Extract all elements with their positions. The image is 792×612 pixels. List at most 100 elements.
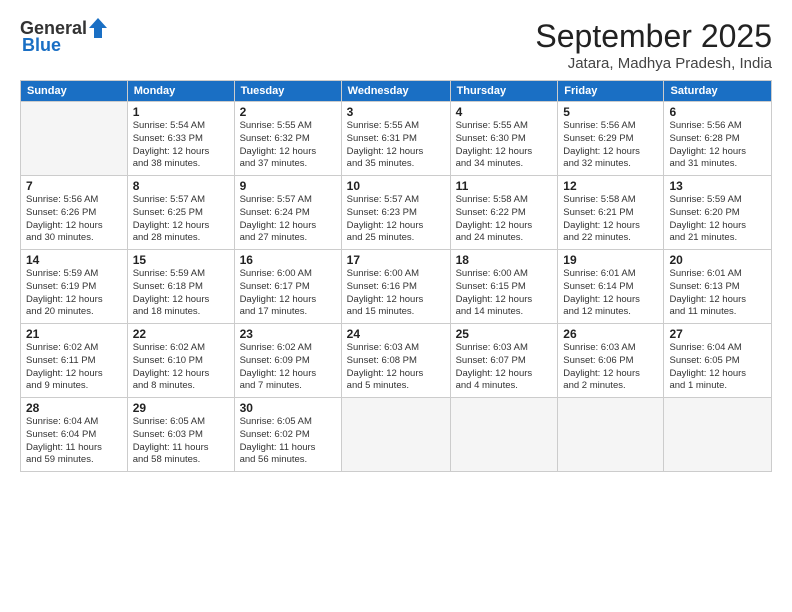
- day-number: 1: [133, 105, 229, 119]
- calendar-week-row: 7Sunrise: 5:56 AMSunset: 6:26 PMDaylight…: [21, 176, 772, 250]
- day-number: 7: [26, 179, 122, 193]
- logo: General Blue: [20, 18, 107, 56]
- calendar-cell: 26Sunrise: 6:03 AMSunset: 6:06 PMDayligh…: [558, 324, 664, 398]
- calendar-day-header: Monday: [127, 81, 234, 102]
- day-info: Sunrise: 5:57 AMSunset: 6:23 PMDaylight:…: [347, 194, 445, 245]
- calendar-cell: 30Sunrise: 6:05 AMSunset: 6:02 PMDayligh…: [234, 398, 341, 472]
- day-info: Sunrise: 6:00 AMSunset: 6:16 PMDaylight:…: [347, 268, 445, 319]
- calendar-day-header: Friday: [558, 81, 664, 102]
- calendar-cell: 28Sunrise: 6:04 AMSunset: 6:04 PMDayligh…: [21, 398, 128, 472]
- calendar-cell: 24Sunrise: 6:03 AMSunset: 6:08 PMDayligh…: [341, 324, 450, 398]
- day-number: 28: [26, 401, 122, 415]
- calendar-cell: 13Sunrise: 5:59 AMSunset: 6:20 PMDayligh…: [664, 176, 772, 250]
- calendar-cell: 23Sunrise: 6:02 AMSunset: 6:09 PMDayligh…: [234, 324, 341, 398]
- day-info: Sunrise: 5:55 AMSunset: 6:31 PMDaylight:…: [347, 120, 445, 171]
- title-section: September 2025 Jatara, Madhya Pradesh, I…: [535, 18, 772, 72]
- day-info: Sunrise: 5:59 AMSunset: 6:20 PMDaylight:…: [669, 194, 766, 245]
- calendar-cell: 19Sunrise: 6:01 AMSunset: 6:14 PMDayligh…: [558, 250, 664, 324]
- calendar-cell: 21Sunrise: 6:02 AMSunset: 6:11 PMDayligh…: [21, 324, 128, 398]
- calendar-day-header: Wednesday: [341, 81, 450, 102]
- logo-icon: [89, 18, 107, 38]
- calendar-day-header: Thursday: [450, 81, 558, 102]
- calendar-cell: 18Sunrise: 6:00 AMSunset: 6:15 PMDayligh…: [450, 250, 558, 324]
- day-info: Sunrise: 6:02 AMSunset: 6:11 PMDaylight:…: [26, 342, 122, 393]
- day-number: 23: [240, 327, 336, 341]
- day-info: Sunrise: 6:02 AMSunset: 6:10 PMDaylight:…: [133, 342, 229, 393]
- day-number: 17: [347, 253, 445, 267]
- day-number: 21: [26, 327, 122, 341]
- calendar-header-row: SundayMondayTuesdayWednesdayThursdayFrid…: [21, 81, 772, 102]
- calendar-cell: 29Sunrise: 6:05 AMSunset: 6:03 PMDayligh…: [127, 398, 234, 472]
- calendar-cell: 14Sunrise: 5:59 AMSunset: 6:19 PMDayligh…: [21, 250, 128, 324]
- day-info: Sunrise: 6:03 AMSunset: 6:06 PMDaylight:…: [563, 342, 658, 393]
- day-number: 19: [563, 253, 658, 267]
- day-number: 4: [456, 105, 553, 119]
- calendar-week-row: 28Sunrise: 6:04 AMSunset: 6:04 PMDayligh…: [21, 398, 772, 472]
- calendar-cell: 1Sunrise: 5:54 AMSunset: 6:33 PMDaylight…: [127, 102, 234, 176]
- header: General Blue September 2025 Jatara, Madh…: [20, 18, 772, 72]
- calendar-cell: 12Sunrise: 5:58 AMSunset: 6:21 PMDayligh…: [558, 176, 664, 250]
- day-number: 8: [133, 179, 229, 193]
- day-info: Sunrise: 5:59 AMSunset: 6:19 PMDaylight:…: [26, 268, 122, 319]
- day-info: Sunrise: 5:59 AMSunset: 6:18 PMDaylight:…: [133, 268, 229, 319]
- day-info: Sunrise: 6:01 AMSunset: 6:13 PMDaylight:…: [669, 268, 766, 319]
- day-info: Sunrise: 5:55 AMSunset: 6:30 PMDaylight:…: [456, 120, 553, 171]
- day-info: Sunrise: 6:02 AMSunset: 6:09 PMDaylight:…: [240, 342, 336, 393]
- day-number: 30: [240, 401, 336, 415]
- day-number: 2: [240, 105, 336, 119]
- calendar-cell: 11Sunrise: 5:58 AMSunset: 6:22 PMDayligh…: [450, 176, 558, 250]
- calendar-cell: 7Sunrise: 5:56 AMSunset: 6:26 PMDaylight…: [21, 176, 128, 250]
- day-info: Sunrise: 6:01 AMSunset: 6:14 PMDaylight:…: [563, 268, 658, 319]
- calendar-cell: 5Sunrise: 5:56 AMSunset: 6:29 PMDaylight…: [558, 102, 664, 176]
- day-number: 3: [347, 105, 445, 119]
- calendar-cell: 10Sunrise: 5:57 AMSunset: 6:23 PMDayligh…: [341, 176, 450, 250]
- day-info: Sunrise: 6:03 AMSunset: 6:08 PMDaylight:…: [347, 342, 445, 393]
- calendar-cell: 8Sunrise: 5:57 AMSunset: 6:25 PMDaylight…: [127, 176, 234, 250]
- day-info: Sunrise: 6:03 AMSunset: 6:07 PMDaylight:…: [456, 342, 553, 393]
- calendar-cell: 16Sunrise: 6:00 AMSunset: 6:17 PMDayligh…: [234, 250, 341, 324]
- calendar-cell: 4Sunrise: 5:55 AMSunset: 6:30 PMDaylight…: [450, 102, 558, 176]
- day-number: 13: [669, 179, 766, 193]
- calendar-cell: 17Sunrise: 6:00 AMSunset: 6:16 PMDayligh…: [341, 250, 450, 324]
- day-number: 10: [347, 179, 445, 193]
- calendar-week-row: 14Sunrise: 5:59 AMSunset: 6:19 PMDayligh…: [21, 250, 772, 324]
- calendar-cell: 6Sunrise: 5:56 AMSunset: 6:28 PMDaylight…: [664, 102, 772, 176]
- day-number: 18: [456, 253, 553, 267]
- day-info: Sunrise: 5:56 AMSunset: 6:29 PMDaylight:…: [563, 120, 658, 171]
- day-info: Sunrise: 6:00 AMSunset: 6:17 PMDaylight:…: [240, 268, 336, 319]
- location: Jatara, Madhya Pradesh, India: [535, 55, 772, 72]
- calendar-cell: 27Sunrise: 6:04 AMSunset: 6:05 PMDayligh…: [664, 324, 772, 398]
- calendar-cell: [558, 398, 664, 472]
- day-number: 12: [563, 179, 658, 193]
- calendar-cell: [450, 398, 558, 472]
- calendar-day-header: Sunday: [21, 81, 128, 102]
- day-info: Sunrise: 6:00 AMSunset: 6:15 PMDaylight:…: [456, 268, 553, 319]
- calendar-cell: 2Sunrise: 5:55 AMSunset: 6:32 PMDaylight…: [234, 102, 341, 176]
- day-info: Sunrise: 6:04 AMSunset: 6:04 PMDaylight:…: [26, 416, 122, 467]
- day-number: 11: [456, 179, 553, 193]
- day-number: 14: [26, 253, 122, 267]
- day-number: 29: [133, 401, 229, 415]
- day-info: Sunrise: 5:57 AMSunset: 6:24 PMDaylight:…: [240, 194, 336, 245]
- logo-blue-text: Blue: [22, 36, 61, 56]
- day-number: 20: [669, 253, 766, 267]
- day-number: 6: [669, 105, 766, 119]
- day-number: 22: [133, 327, 229, 341]
- calendar-cell: 22Sunrise: 6:02 AMSunset: 6:10 PMDayligh…: [127, 324, 234, 398]
- calendar-day-header: Tuesday: [234, 81, 341, 102]
- day-info: Sunrise: 5:56 AMSunset: 6:26 PMDaylight:…: [26, 194, 122, 245]
- day-info: Sunrise: 5:54 AMSunset: 6:33 PMDaylight:…: [133, 120, 229, 171]
- day-info: Sunrise: 5:57 AMSunset: 6:25 PMDaylight:…: [133, 194, 229, 245]
- day-info: Sunrise: 6:04 AMSunset: 6:05 PMDaylight:…: [669, 342, 766, 393]
- day-info: Sunrise: 6:05 AMSunset: 6:03 PMDaylight:…: [133, 416, 229, 467]
- day-info: Sunrise: 6:05 AMSunset: 6:02 PMDaylight:…: [240, 416, 336, 467]
- calendar-week-row: 21Sunrise: 6:02 AMSunset: 6:11 PMDayligh…: [21, 324, 772, 398]
- calendar-table: SundayMondayTuesdayWednesdayThursdayFrid…: [20, 80, 772, 472]
- day-number: 5: [563, 105, 658, 119]
- calendar-cell: 15Sunrise: 5:59 AMSunset: 6:18 PMDayligh…: [127, 250, 234, 324]
- calendar-day-header: Saturday: [664, 81, 772, 102]
- calendar-cell: 3Sunrise: 5:55 AMSunset: 6:31 PMDaylight…: [341, 102, 450, 176]
- day-number: 25: [456, 327, 553, 341]
- day-number: 24: [347, 327, 445, 341]
- calendar-cell: [664, 398, 772, 472]
